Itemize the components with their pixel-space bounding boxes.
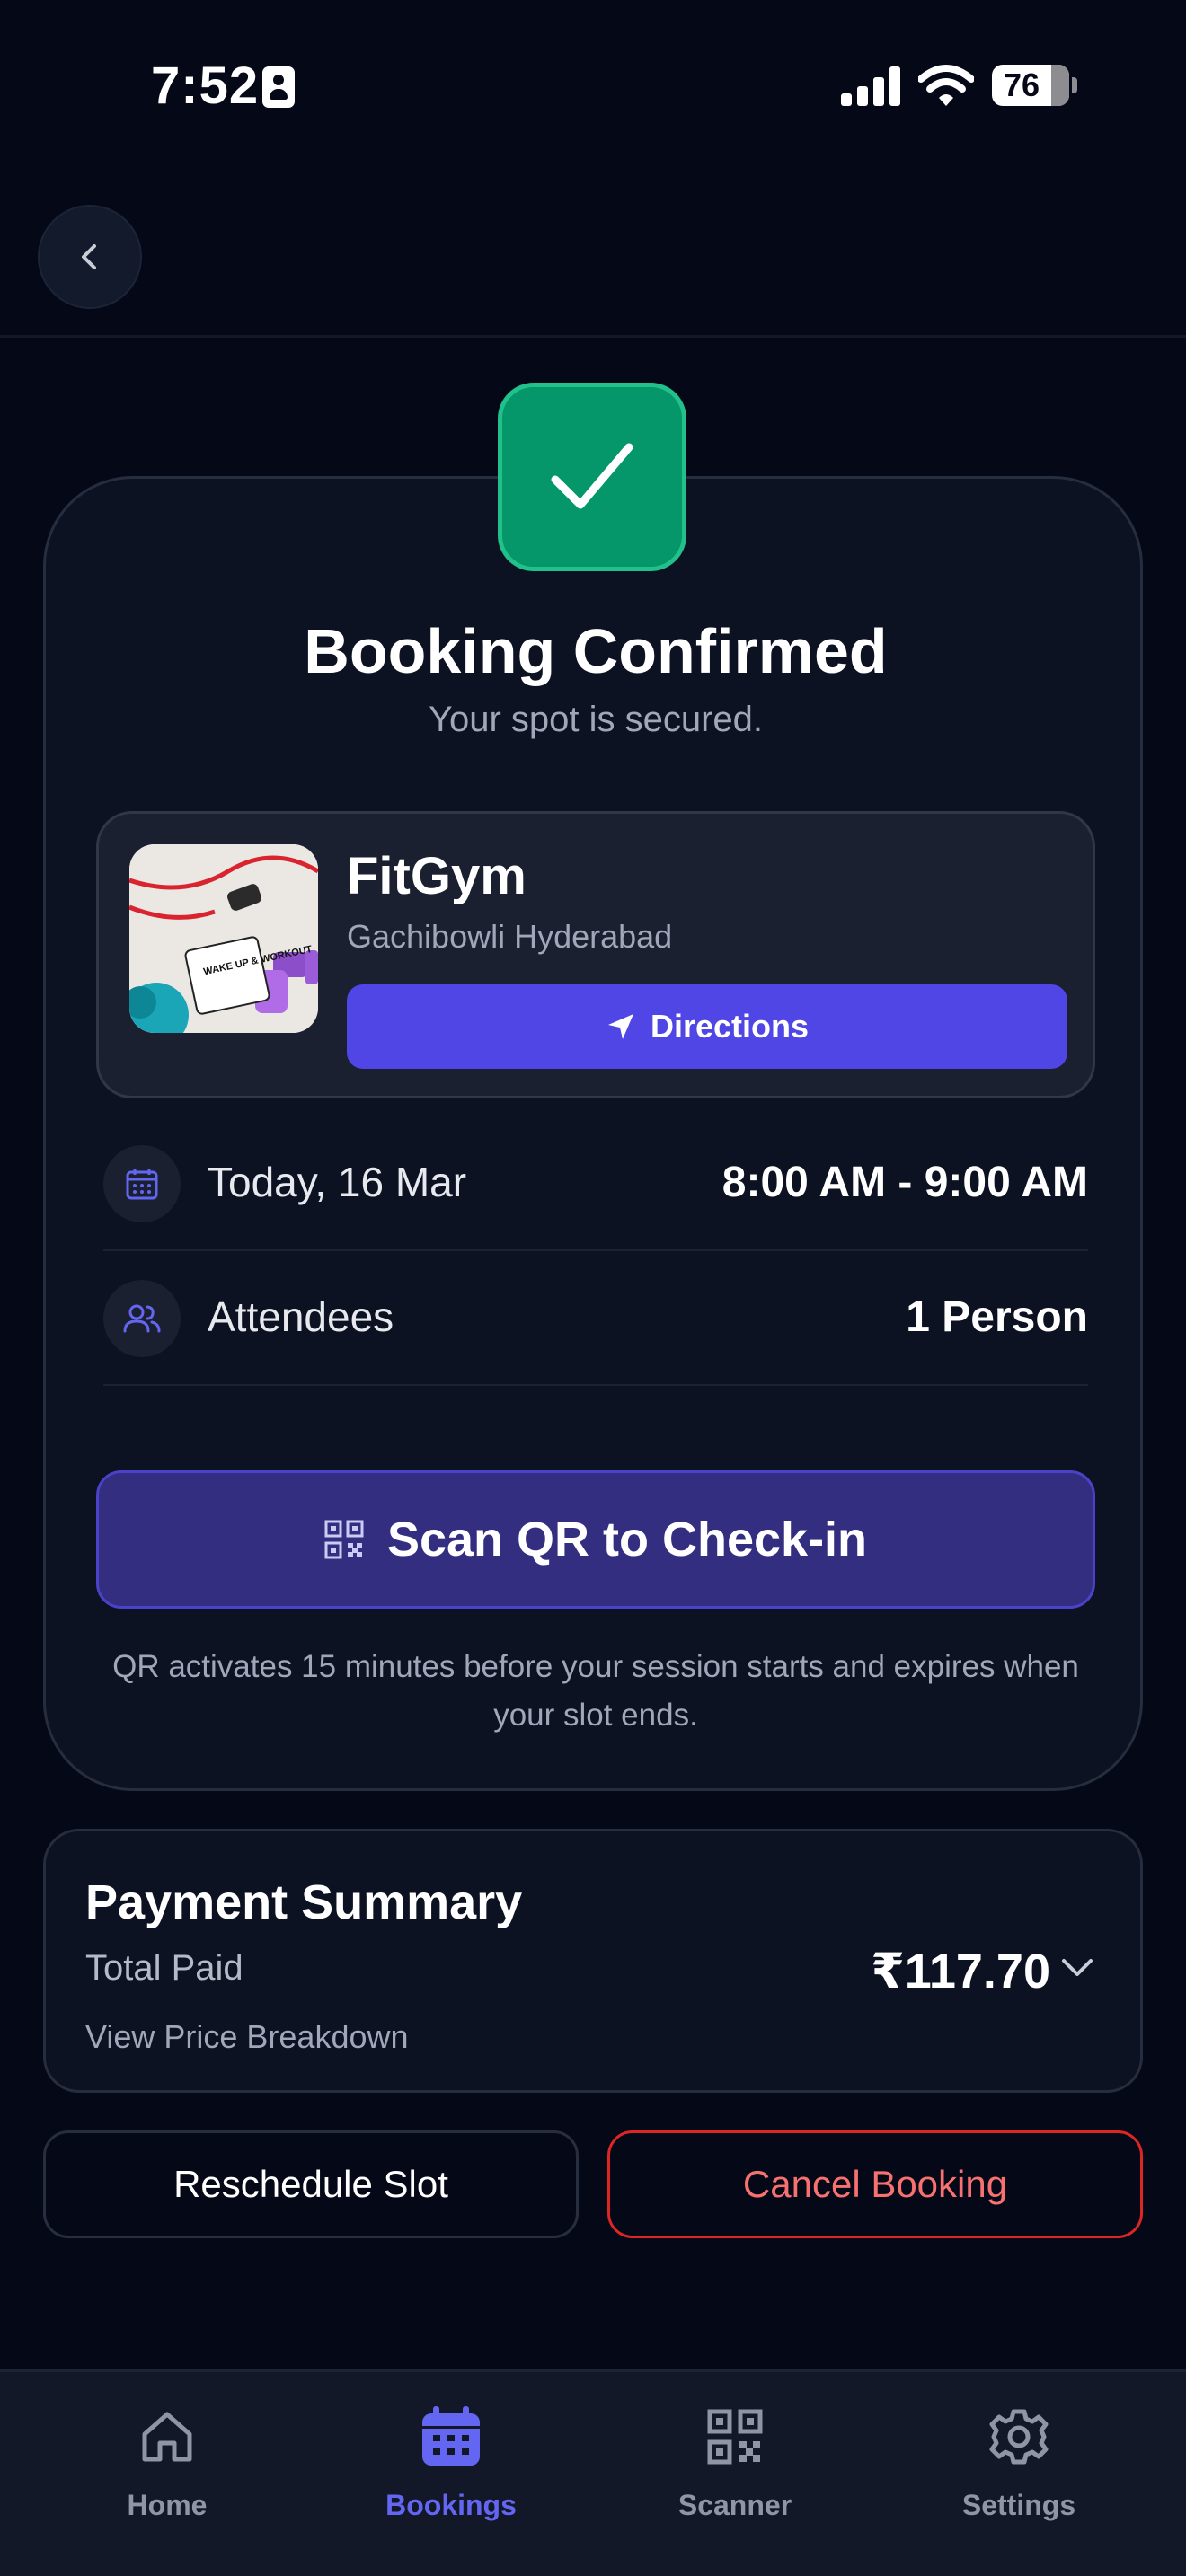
gym-location: Gachibowli Hyderabad bbox=[347, 918, 673, 955]
gym-photo-illustration: WAKE UP & WORKOUT bbox=[129, 844, 318, 1033]
calendar-icon bbox=[422, 2406, 480, 2466]
view-price-breakdown-link[interactable]: View Price Breakdown bbox=[85, 2018, 409, 2056]
battery-icon: 76 bbox=[992, 65, 1077, 106]
wifi-icon bbox=[918, 65, 974, 106]
qr-icon bbox=[707, 2409, 763, 2465]
directions-button[interactable]: Directions bbox=[347, 984, 1067, 1069]
booking-confirmation-screen: 7:52 76 Booking Confirmed Your spot is s… bbox=[0, 0, 1186, 2576]
scan-qr-label: Scan QR to Check-in bbox=[386, 1513, 868, 1566]
status-bar: 7:52 76 bbox=[0, 0, 1186, 171]
gym-photo: WAKE UP & WORKOUT bbox=[129, 844, 318, 1033]
chevron-left-icon bbox=[82, 244, 96, 269]
qr-code-icon bbox=[324, 1520, 364, 1559]
calendar-icon bbox=[126, 1169, 158, 1200]
header bbox=[0, 171, 1186, 338]
contact-card-icon bbox=[262, 66, 295, 108]
tab-settings-label: Settings bbox=[961, 2489, 1076, 2521]
gym-card: WAKE UP & WORKOUT FitGym Gachibowli Hyde… bbox=[96, 811, 1095, 1098]
attendees-row: Attendees 1 Person bbox=[103, 1251, 1088, 1386]
total-paid-amount: ₹117.70 bbox=[871, 1945, 1050, 1998]
qr-activation-note: QR activates 15 minutes before your sess… bbox=[112, 1649, 1079, 1733]
tab-scanner[interactable]: Scanner bbox=[600, 2399, 870, 2534]
total-paid-label: Total Paid bbox=[85, 1948, 243, 1988]
checkmark-icon bbox=[551, 443, 633, 509]
tab-scanner-label: Scanner bbox=[677, 2489, 792, 2521]
scan-qr-button[interactable]: Scan QR to Check-in bbox=[96, 1470, 1095, 1609]
home-icon bbox=[142, 2412, 192, 2462]
tab-home[interactable]: Home bbox=[32, 2399, 302, 2534]
tab-bookings[interactable]: Bookings bbox=[316, 2399, 586, 2534]
back-button[interactable] bbox=[38, 205, 142, 309]
cellular-signal-icon bbox=[841, 66, 902, 106]
gear-icon bbox=[989, 2409, 1049, 2465]
cancel-booking-button[interactable]: Cancel Booking bbox=[607, 2130, 1143, 2238]
date-time-row: Today, 16 Mar 8:00 AM - 9:00 AM bbox=[103, 1116, 1088, 1251]
payment-summary-card[interactable]: Payment Summary Total Paid ₹117.70 View … bbox=[43, 1829, 1143, 2093]
attendees-label: Attendees bbox=[208, 1293, 394, 1340]
status-time: 7:52 bbox=[151, 57, 260, 115]
tab-home-label: Home bbox=[127, 2489, 208, 2521]
page-title: Booking Confirmed bbox=[304, 616, 888, 686]
chevron-down-icon[interactable] bbox=[1059, 1955, 1095, 1981]
success-badge bbox=[498, 383, 686, 571]
users-icon-wrap bbox=[103, 1280, 181, 1357]
page-subtitle: Your spot is secured. bbox=[428, 700, 764, 739]
navigation-arrow-icon bbox=[607, 1014, 633, 1039]
booking-date: Today, 16 Mar bbox=[208, 1159, 467, 1205]
bottom-tab-bar: Home Bookings Scanner Settings bbox=[0, 2369, 1186, 2576]
payment-summary-title: Payment Summary bbox=[85, 1875, 523, 1929]
reschedule-slot-button[interactable]: Reschedule Slot bbox=[43, 2130, 579, 2238]
tab-settings[interactable]: Settings bbox=[884, 2399, 1154, 2534]
battery-level: 76 bbox=[1003, 66, 1040, 103]
attendees-value: 1 Person bbox=[906, 1293, 1088, 1341]
users-icon bbox=[123, 1304, 161, 1333]
booking-time-range: 8:00 AM - 9:00 AM bbox=[721, 1159, 1088, 1206]
tab-bookings-label: Bookings bbox=[385, 2489, 517, 2521]
calendar-icon-wrap bbox=[103, 1145, 181, 1222]
gym-name: FitGym bbox=[347, 847, 527, 905]
directions-label: Directions bbox=[650, 1008, 810, 1045]
booking-card: Booking Confirmed Your spot is secured. … bbox=[43, 476, 1143, 1791]
